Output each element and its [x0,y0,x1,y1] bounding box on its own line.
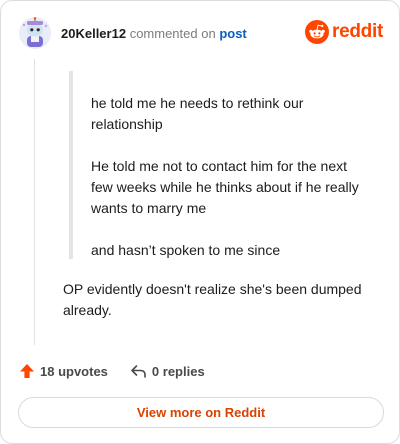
quote-paragraph: and hasn’t spoken to me since [91,242,281,258]
user-avatar[interactable] [19,17,51,49]
quote-paragraph: He told me not to contact him for the ne… [91,158,359,216]
quote-paragraph: he told me he needs to rethink our relat… [91,95,304,132]
reply-arrow-icon [131,365,146,378]
upvote-button[interactable]: 18 upvotes [19,363,108,379]
reddit-wordmark: reddit [332,21,383,42]
upvote-arrow-icon [20,364,34,378]
view-more-button[interactable]: View more on Reddit [18,397,384,428]
comment-header: 20Keller12 commented on post reddit [19,17,383,51]
comment-meta: 20Keller12 commented on post [61,26,247,41]
upvote-count: 18 upvotes [40,363,108,379]
commented-on-label: commented on [129,26,216,41]
quoted-text: he told me he needs to rethink our relat… [69,71,369,259]
reply-count: 0 replies [151,363,205,379]
post-link[interactable]: post [219,26,246,41]
reply-button[interactable]: 0 replies [130,363,205,379]
thread-line [34,59,35,345]
comment-actions: 18 upvotes 0 replies [19,360,227,382]
reddit-logo-icon [305,20,330,44]
reddit-brand[interactable]: reddit [305,19,383,45]
username[interactable]: 20Keller12 [61,26,126,41]
comment-embed-card: 20Keller12 commented on post reddit he t… [0,0,400,444]
snoo-avatar-icon [19,17,51,49]
comment-body: OP evidently doesn't realize she's been … [63,281,362,318]
